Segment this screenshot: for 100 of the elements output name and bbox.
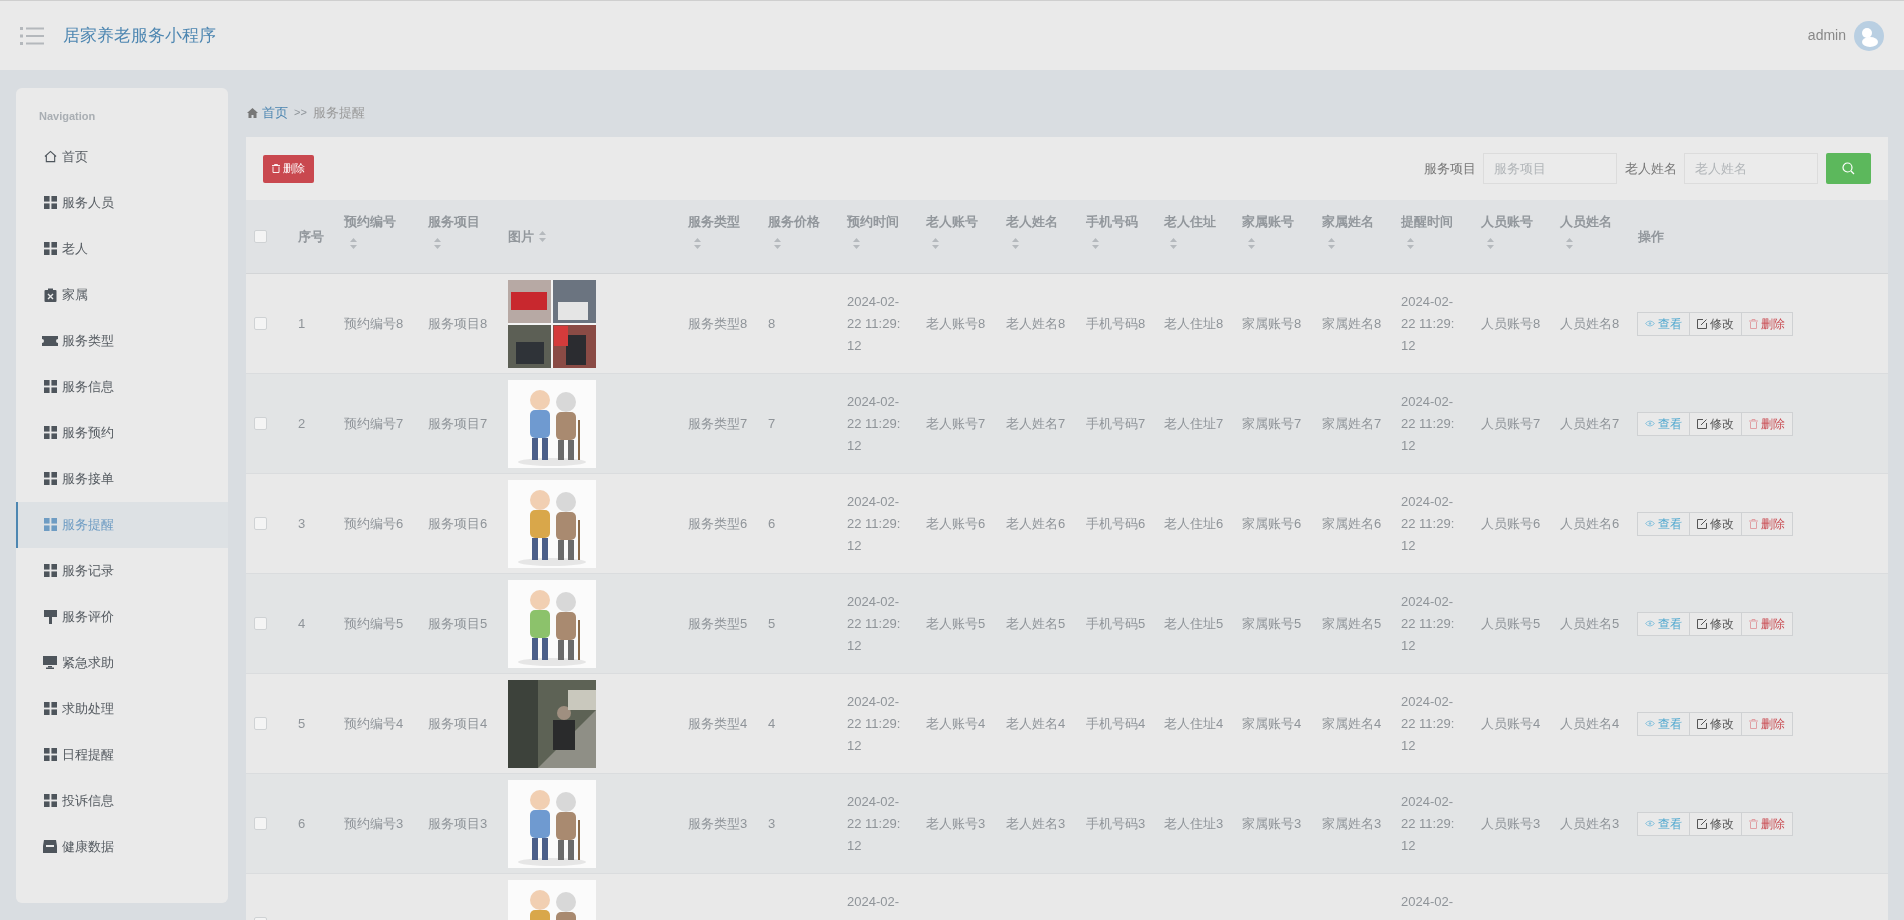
table-cell-text: 服务项目8 — [428, 314, 488, 333]
sort-icon[interactable] — [1248, 237, 1255, 249]
sidebar-item[interactable]: 服务预约 — [16, 409, 228, 456]
row-action-button[interactable]: 查看 — [1637, 411, 1690, 436]
sort-icon[interactable] — [1407, 237, 1414, 249]
table-cell-text: 老人姓名5 — [1006, 614, 1066, 633]
column-header[interactable]: 家属姓名 — [1322, 212, 1393, 232]
row-action-button[interactable]: 查看 — [1637, 811, 1690, 836]
sidebar-item[interactable]: 健康数据 — [16, 823, 228, 870]
column-header[interactable]: 家属账号 — [1242, 212, 1314, 232]
sidebar-item[interactable]: 家属 — [16, 271, 228, 318]
table-cell-text: 老人账号4 — [926, 714, 986, 733]
sort-icon[interactable] — [1170, 237, 1177, 249]
table-cell-text: 手机号码4 — [1086, 714, 1146, 733]
row-checkbox[interactable] — [254, 417, 267, 430]
column-header[interactable]: 服务类型 — [688, 212, 760, 232]
table-cell-text: 4 — [768, 714, 776, 733]
table-cell-text: 人员账号3 — [1481, 814, 1541, 833]
row-action-button[interactable]: 修改 — [1689, 311, 1742, 336]
eye-icon — [1645, 420, 1655, 427]
column-header[interactable]: 预约时间 — [847, 212, 918, 232]
sidebar-item[interactable]: 求助处理 — [16, 685, 228, 732]
column-header[interactable]: 预约编号 — [344, 212, 420, 232]
sort-icon[interactable] — [1328, 237, 1335, 249]
row-checkbox[interactable] — [254, 517, 267, 530]
table-cell-text: 老人账号7 — [926, 414, 986, 433]
sort-icon[interactable] — [1092, 237, 1099, 249]
row-action-button[interactable]: 修改 — [1689, 611, 1742, 636]
row-checkbox[interactable] — [254, 317, 267, 330]
column-header[interactable]: 图片 — [508, 226, 534, 247]
row-action-button[interactable]: 查看 — [1637, 711, 1690, 736]
sidebar-item[interactable]: 老人 — [16, 225, 228, 272]
sidebar-item[interactable]: 投诉信息 — [16, 777, 228, 824]
sidebar-item[interactable]: 日程提醒 — [16, 731, 228, 778]
row-action-button[interactable]: 查看 — [1637, 511, 1690, 536]
table-cell-text: 2024-02-22 11:29:12 — [1401, 393, 1456, 455]
row-action-button[interactable]: 修改 — [1689, 711, 1742, 736]
breadcrumb-current: 服务提醒 — [312, 103, 365, 122]
table-cell-text: 服务类型6 — [688, 514, 748, 533]
column-header[interactable]: 服务项目 — [428, 212, 500, 232]
delete-button[interactable]: 删除 — [263, 154, 314, 183]
filter-label: 服务项目 — [1424, 159, 1476, 178]
sidebar-item[interactable]: 服务人员 — [16, 179, 228, 226]
sort-icon[interactable] — [932, 237, 939, 249]
sort-icon[interactable] — [694, 237, 701, 249]
ticket-icon — [42, 334, 58, 347]
table-cell-text: 老人姓名6 — [1006, 514, 1066, 533]
row-action-button[interactable]: 修改 — [1689, 411, 1742, 436]
sort-icon[interactable] — [1012, 237, 1019, 249]
sidebar-item[interactable]: 服务评价 — [16, 593, 228, 640]
row-action-button[interactable]: 删除 — [1741, 311, 1793, 336]
sidebar-item[interactable]: 紧急求助 — [16, 639, 228, 686]
sidebar-item[interactable]: 服务信息 — [16, 363, 228, 410]
row-action-button[interactable]: 删除 — [1741, 511, 1793, 536]
sidebar-item[interactable]: 服务提醒 — [16, 501, 228, 548]
table-cell-text: 2 — [298, 414, 306, 433]
column-header[interactable]: 人员账号 — [1481, 212, 1552, 232]
edit-icon — [1697, 718, 1707, 729]
search-button[interactable] — [1826, 153, 1871, 184]
sidebar-item[interactable]: 服务类型 — [16, 317, 228, 364]
row-action-button[interactable]: 删除 — [1741, 611, 1793, 636]
eye-icon — [1645, 720, 1655, 727]
row-action-button[interactable]: 删除 — [1741, 411, 1793, 436]
column-header[interactable]: 手机号码 — [1086, 212, 1156, 232]
table-cell-text: 2024-02- — [847, 893, 901, 911]
sidebar-item[interactable]: 首页 — [16, 133, 228, 180]
column-header[interactable]: 老人姓名 — [1006, 212, 1078, 232]
table-cell-text: 2024-02-22 11:29:12 — [847, 493, 902, 555]
column-header[interactable]: 提醒时间 — [1401, 212, 1473, 232]
user-name[interactable]: admin — [1807, 25, 1846, 46]
sort-icon[interactable] — [350, 237, 357, 249]
row-action-button[interactable]: 查看 — [1637, 611, 1690, 636]
table-cell-text: 预约编号5 — [344, 614, 404, 633]
select-all-checkbox[interactable] — [254, 230, 267, 243]
row-checkbox[interactable] — [254, 617, 267, 630]
row-action-button[interactable]: 删除 — [1741, 811, 1793, 836]
row-action-button[interactable]: 修改 — [1689, 511, 1742, 536]
row-action-button[interactable]: 修改 — [1689, 811, 1742, 836]
sort-icon[interactable] — [1566, 237, 1573, 249]
row-action-button[interactable]: 删除 — [1741, 711, 1793, 736]
sort-icon[interactable] — [853, 237, 860, 249]
sort-icon[interactable] — [434, 237, 441, 249]
column-header[interactable]: 服务价格 — [768, 212, 839, 232]
row-checkbox[interactable] — [254, 817, 267, 830]
sidebar-item[interactable]: 服务接单 — [16, 455, 228, 502]
row-action-button[interactable]: 查看 — [1637, 311, 1690, 336]
sort-icon[interactable] — [539, 231, 546, 242]
breadcrumb-link[interactable]: 首页 — [262, 102, 288, 123]
sidebar-item[interactable]: 服务记录 — [16, 547, 228, 594]
avatar-icon[interactable] — [1854, 20, 1884, 51]
column-header[interactable]: 老人住址 — [1164, 212, 1234, 232]
table-cell-text: 3 — [298, 514, 306, 533]
row-checkbox[interactable] — [254, 717, 267, 730]
sort-icon[interactable] — [1487, 237, 1494, 249]
table-cell-text: 家属姓名7 — [1322, 414, 1382, 433]
column-header[interactable]: 人员姓名 — [1560, 212, 1630, 232]
column-header[interactable]: 老人账号 — [926, 212, 998, 232]
menu-icon[interactable] — [20, 26, 44, 45]
sort-icon[interactable] — [774, 237, 781, 249]
table-cell-text: 人员姓名6 — [1560, 514, 1620, 533]
